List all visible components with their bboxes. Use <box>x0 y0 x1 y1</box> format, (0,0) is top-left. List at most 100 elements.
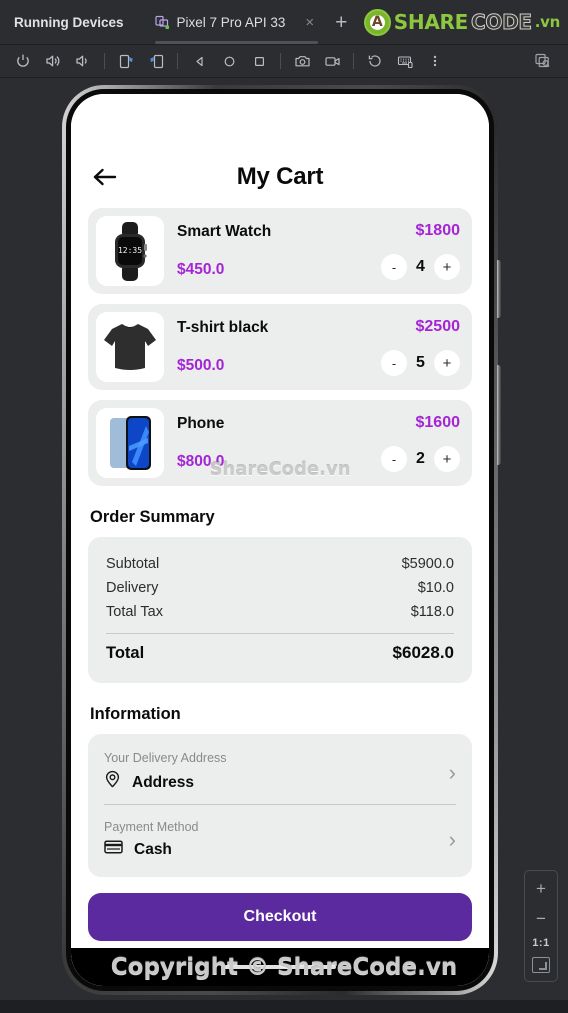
summary-row-total-tax: Total Tax $118.0 <box>106 600 454 624</box>
screenshot-icon[interactable] <box>289 49 315 73</box>
item-unit-price: $450.0 <box>177 261 225 278</box>
volume-up-icon[interactable] <box>40 49 66 73</box>
record-icon[interactable] <box>319 49 345 73</box>
credit-card-icon <box>104 839 123 860</box>
information-heading: Information <box>90 705 181 723</box>
toolbar-divider <box>177 53 178 69</box>
volume-rocker-button[interactable] <box>497 260 501 318</box>
svg-text:12:35: 12:35 <box>118 246 142 255</box>
zoom-controls-panel: + − 1:1 <box>524 870 558 982</box>
summary-value: $5900.0 <box>401 556 454 572</box>
tab-pixel-7-pro[interactable]: Pixel 7 Pro API 33 × <box>149 0 325 44</box>
item-line-total: $1800 <box>415 222 461 239</box>
system-navigation-bar <box>71 948 489 986</box>
overview-nav-icon[interactable] <box>246 49 272 73</box>
arrow-left-icon[interactable] <box>88 160 122 194</box>
item-unit-price: $500.0 <box>177 357 225 374</box>
decrement-button[interactable]: - <box>381 350 407 376</box>
payment-method-row[interactable]: Payment Method Cash › <box>104 816 456 869</box>
quantity-value: 4 <box>416 258 425 275</box>
information-card: Your Delivery Address Address › Payment … <box>88 734 472 877</box>
device-bezel: My Cart 12:35 Smart Watch $450.0 $1800 -… <box>66 89 494 991</box>
more-icon[interactable] <box>422 49 448 73</box>
summary-label: Subtotal <box>106 556 160 572</box>
increment-button[interactable]: + <box>434 254 460 280</box>
history-icon[interactable] <box>362 49 388 73</box>
item-actions: $1600 - 2 + <box>381 412 460 474</box>
logo-mark-icon: A <box>363 8 391 36</box>
chevron-right-icon[interactable]: › <box>443 762 456 784</box>
payment-method-value-row: Cash <box>104 839 435 860</box>
device-icon <box>154 15 170 30</box>
zoom-out-button[interactable]: − <box>528 907 554 929</box>
delivery-address-row[interactable]: Your Delivery Address Address › <box>104 747 456 804</box>
item-details: T-shirt black $500.0 <box>177 316 368 378</box>
payment-method-caption: Payment Method <box>104 820 199 834</box>
increment-button[interactable]: + <box>434 350 460 376</box>
location-pin-icon <box>104 770 121 795</box>
new-tab-button[interactable]: + <box>335 12 347 33</box>
home-nav-icon[interactable] <box>216 49 242 73</box>
summary-row-delivery: Delivery $10.0 <box>106 576 454 600</box>
page-title: My Cart <box>236 163 324 190</box>
zoom-actual-size-button[interactable]: 1:1 <box>532 937 549 949</box>
zoom-in-button[interactable]: + <box>528 877 554 899</box>
logo-mark-letter: A <box>371 14 383 30</box>
toolbar-divider <box>353 53 354 69</box>
summary-divider <box>106 633 454 634</box>
summary-value: $118.0 <box>410 604 454 620</box>
device-frame: My Cart 12:35 Smart Watch $450.0 $1800 -… <box>62 85 501 995</box>
increment-button[interactable]: + <box>434 446 460 472</box>
toolbar-divider <box>280 53 281 69</box>
delivery-address-value-row: Address <box>104 770 435 795</box>
quantity-stepper: - 2 + <box>381 446 460 472</box>
fit-screen-icon[interactable] <box>532 957 550 973</box>
power-side-button[interactable] <box>497 365 501 465</box>
device-ui-inspector-icon[interactable] <box>530 49 556 73</box>
item-line-total: $1600 <box>415 414 461 431</box>
summary-label: Total Tax <box>106 604 163 620</box>
summary-label: Delivery <box>106 580 159 596</box>
quantity-stepper: - 4 + <box>381 254 460 280</box>
power-icon[interactable] <box>10 49 36 73</box>
decrement-button[interactable]: - <box>381 446 407 472</box>
summary-row-subtotal: Subtotal $5900.0 <box>106 552 454 576</box>
delivery-address-value: Address <box>132 773 195 791</box>
checkout-area: Checkout <box>88 893 472 945</box>
quantity-value: 2 <box>416 450 425 467</box>
shopping-cart-app: My Cart 12:35 Smart Watch $450.0 $1800 -… <box>71 94 489 986</box>
tab-close-button[interactable]: × <box>301 13 318 32</box>
decrement-button[interactable]: - <box>381 254 407 280</box>
item-details: Smart Watch $450.0 <box>177 220 368 282</box>
item-unit-price: $800.0 <box>177 453 225 470</box>
summary-value: $10.0 <box>417 580 454 596</box>
android-studio-running-devices-window: Running Devices Pixel 7 Pro API 33 × + A… <box>0 0 568 1013</box>
rotate-left-icon[interactable] <box>113 49 139 73</box>
smart-watch-image: 12:35 <box>96 216 164 286</box>
logo-text-code: CODE <box>470 10 532 34</box>
cart-items-list: 12:35 Smart Watch $450.0 $1800 - 4 + T-s… <box>88 208 472 486</box>
gesture-nav-pill[interactable] <box>224 965 336 969</box>
table-row[interactable]: Phone $800.0 $1600 - 2 + <box>88 400 472 486</box>
summary-total-label: Total <box>106 644 145 662</box>
back-nav-icon[interactable] <box>186 49 212 73</box>
checkout-button[interactable]: Checkout <box>88 893 472 941</box>
volume-down-icon[interactable] <box>70 49 96 73</box>
phone-image <box>96 408 164 478</box>
table-row[interactable]: 12:35 Smart Watch $450.0 $1800 - 4 + <box>88 208 472 294</box>
tab-label: Pixel 7 Pro API 33 <box>176 14 286 30</box>
tab-bar: Running Devices Pixel 7 Pro API 33 × + A… <box>0 0 568 45</box>
order-summary-card: Subtotal $5900.0 Delivery $10.0 Total Ta… <box>88 537 472 683</box>
chevron-right-icon[interactable]: › <box>443 829 456 851</box>
tshirt-image <box>96 312 164 382</box>
item-name: T-shirt black <box>177 319 269 336</box>
rotate-right-icon[interactable] <box>143 49 169 73</box>
quantity-value: 5 <box>416 354 425 371</box>
delivery-address-caption: Your Delivery Address <box>104 751 227 765</box>
item-name: Smart Watch <box>177 223 272 240</box>
tool-window-title: Running Devices <box>14 14 124 30</box>
quantity-stepper: - 5 + <box>381 350 460 376</box>
table-row[interactable]: T-shirt black $500.0 $2500 - 5 + <box>88 304 472 390</box>
keyboard-icon[interactable] <box>392 49 418 73</box>
payment-method-content: Payment Method Cash <box>104 820 435 860</box>
